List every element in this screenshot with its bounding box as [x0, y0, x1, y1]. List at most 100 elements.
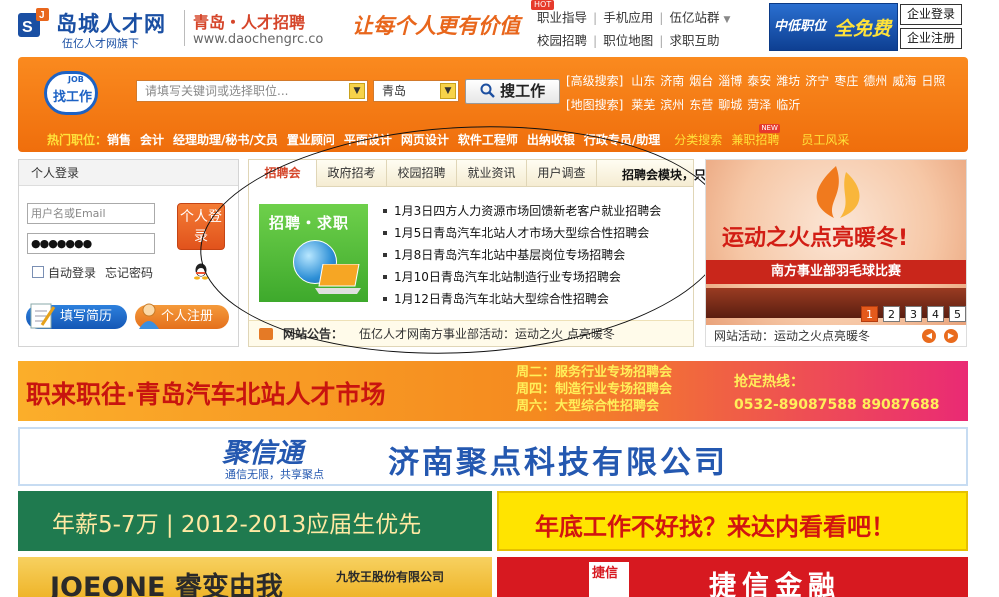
chevron-down-icon[interactable]: ▼	[440, 83, 456, 99]
new-badge: NEW	[759, 124, 780, 133]
city-link[interactable]: 临沂	[776, 98, 800, 112]
enterprise-register-button[interactable]: 企业注册	[900, 28, 962, 49]
banner5-text: JOEONE 睿变由我	[50, 572, 283, 597]
resume-icon	[30, 303, 56, 329]
top-nav-row-2: 校园招聘 | 职位地图 | 求职互助	[537, 33, 720, 48]
city-link[interactable]: 东营	[689, 98, 713, 112]
city-link[interactable]: 济南	[660, 74, 684, 88]
city-link[interactable]: 泰安	[747, 74, 771, 88]
header-divider	[184, 10, 185, 46]
search-job-button[interactable]: 搜工作	[465, 79, 560, 104]
hot-extra-link[interactable]: 分类搜索	[674, 133, 722, 147]
banner1-hotline-label: 抢定热线：	[734, 374, 804, 390]
enterprise-login-button[interactable]: 企业登录	[900, 4, 962, 25]
city-link[interactable]: 日照	[921, 74, 945, 88]
chevron-down-icon[interactable]: ▼	[723, 15, 730, 25]
password-input[interactable]: ●●●●●●●	[27, 233, 155, 254]
city-link[interactable]: 潍坊	[776, 74, 800, 88]
activity-image[interactable]: 运动之火点亮暖冬! 南方事业部羽毛球比赛 12345	[706, 160, 966, 325]
slide-page-4[interactable]: 4	[927, 306, 944, 322]
free-banner-part2: 全免费	[834, 18, 892, 40]
qingdao-bus-station-talent-banner[interactable]: 职来职往·青岛汽车北站人才市场 周二：服务行业专场招聘会 周四：制造行业专场招聘…	[18, 361, 968, 421]
keyword-input[interactable]: 请填写关键词或选择职位... ▼	[136, 80, 368, 102]
city-link[interactable]: 滨州	[660, 98, 684, 112]
search-icon	[480, 83, 495, 98]
login-title: 个人登录	[19, 160, 238, 186]
auto-login-checkbox[interactable]	[32, 266, 44, 278]
nav-mobile-app[interactable]: 手机应用	[603, 10, 653, 25]
site-logo[interactable]: S J 岛城人才网 伍亿人才网旗下	[18, 5, 178, 50]
slide-page-2[interactable]: 2	[883, 306, 900, 322]
activity-caption-text[interactable]: 网站活动：运动之火点亮暖冬	[714, 329, 870, 343]
slide-page-1[interactable]: 1	[861, 306, 878, 322]
nav-campus[interactable]: 校园招聘	[537, 33, 587, 48]
city-link[interactable]: 莱芜	[631, 98, 655, 112]
city-link[interactable]: 德州	[863, 74, 887, 88]
next-arrow-icon[interactable]: ▶	[944, 329, 958, 343]
slogan: 让每个人更有价值	[352, 14, 520, 38]
free-banner-part1: 中低职位	[774, 19, 827, 34]
logo-mark-icon: S J	[18, 8, 49, 37]
hot-position-link[interactable]: 销售	[107, 133, 131, 147]
forgot-password-link[interactable]: 忘记密码	[105, 264, 153, 281]
find-job-label: 找工作	[53, 90, 93, 105]
slide-page-5[interactable]: 5	[949, 306, 966, 322]
activity-subheadline: 南方事业部羽毛球比赛	[706, 260, 966, 284]
hot-extra-link[interactable]: 兼职招聘 NEW	[731, 124, 780, 147]
hot-position-link[interactable]: 经理助理/秘书/文员	[173, 133, 278, 147]
prev-arrow-icon[interactable]: ◀	[922, 329, 936, 343]
personal-register-button[interactable]: 个人注册	[135, 303, 229, 329]
schedule-saturday: 周六：大型综合性招聘会	[516, 399, 660, 414]
judian-tech-banner[interactable]: 聚信通 通信无限，共享聚点 济南聚点科技有限公司	[18, 427, 968, 486]
banner6-logo-text: 捷信	[592, 566, 619, 581]
keyword-placeholder: 请填写关键词或选择职位...	[145, 84, 289, 98]
city-value: 青岛	[382, 84, 407, 98]
city-link[interactable]: 枣庄	[834, 74, 858, 88]
nav-job-map[interactable]: 职位地图	[603, 33, 653, 48]
fill-resume-button[interactable]: 填写简历	[26, 303, 127, 329]
city-link[interactable]: 聊城	[718, 98, 742, 112]
resume-button-label: 填写简历	[60, 309, 113, 324]
nav-career-guide[interactable]: 职业指导	[537, 10, 587, 25]
banner1-title: 职来职往·青岛汽车北站人才市场	[26, 380, 386, 409]
joeone-banner[interactable]: JOEONE 睿变由我 九牧王股份有限公司	[18, 557, 492, 597]
city-link[interactable]: 菏泽	[747, 98, 771, 112]
logo-subtitle: 伍亿人才网旗下	[62, 37, 139, 50]
city-link[interactable]: 淄博	[718, 74, 742, 88]
activity-slideshow[interactable]: 运动之火点亮暖冬! 南方事业部羽毛球比赛 12345 网站活动：运动之火点亮暖冬…	[705, 159, 967, 347]
chevron-down-icon[interactable]: ▼	[349, 83, 365, 99]
slide-page-3[interactable]: 3	[905, 306, 922, 322]
job-label: JOB	[68, 75, 84, 84]
advanced-search-link[interactable]: [高级搜索]	[566, 74, 623, 88]
city-select[interactable]: 青岛 ▼	[373, 80, 459, 102]
city-link[interactable]: 威海	[892, 74, 916, 88]
hot-position-link[interactable]: 会计	[140, 133, 164, 147]
graduate-salary-banner[interactable]: 年薪5-7万 | 2012-2013应届生优先	[18, 491, 492, 551]
slide-pager: 12345	[856, 306, 966, 322]
map-search-link[interactable]: [地图搜索]	[566, 98, 623, 112]
tarena-banner[interactable]: 年底工作不好找？来达内看看吧！	[497, 491, 968, 551]
torch-flame-icon	[816, 166, 860, 218]
free-jobs-banner[interactable]: 中低职位 全免费	[769, 3, 898, 51]
home-credit-banner[interactable]: 捷信 捷信金融	[497, 557, 968, 597]
hot-position-link[interactable]: 置业顾问	[287, 133, 335, 147]
speaker-icon	[259, 328, 273, 340]
site-name: 青岛・人才招聘	[193, 13, 306, 32]
auto-login-label: 自动登录	[48, 266, 97, 280]
nav-site-group[interactable]: 伍亿站群	[669, 10, 719, 25]
city-links-row-1: 山东 济南 烟台 淄博 泰安 潍坊 济宁 枣庄 德州 威海 日照	[627, 74, 945, 88]
banner6-text: 捷信金融	[709, 571, 841, 597]
city-link[interactable]: 山东	[631, 74, 655, 88]
username-input[interactable]: 用户名或Email	[27, 203, 155, 224]
hot-extra-link[interactable]: 员工风采	[801, 133, 849, 147]
nav-help[interactable]: 求职互助	[669, 33, 719, 48]
site-url: www.daochengrc.co	[193, 32, 324, 47]
svg-text:J: J	[39, 10, 45, 21]
city-link[interactable]: 烟台	[689, 74, 713, 88]
register-button-label: 个人注册	[161, 309, 214, 324]
banner3-text: 年薪5-7万 | 2012-2013应届生优先	[52, 512, 422, 538]
city-link[interactable]: 济宁	[805, 74, 829, 88]
advanced-search-row: [高级搜索] 山东 济南 烟台 淄博 泰安 潍坊 济宁 枣庄 德州 威海 日照	[566, 72, 945, 89]
banner4-text: 年底工作不好找？来达内看看吧！	[535, 513, 895, 541]
banner2-company: 济南聚点科技有限公司	[388, 445, 728, 481]
